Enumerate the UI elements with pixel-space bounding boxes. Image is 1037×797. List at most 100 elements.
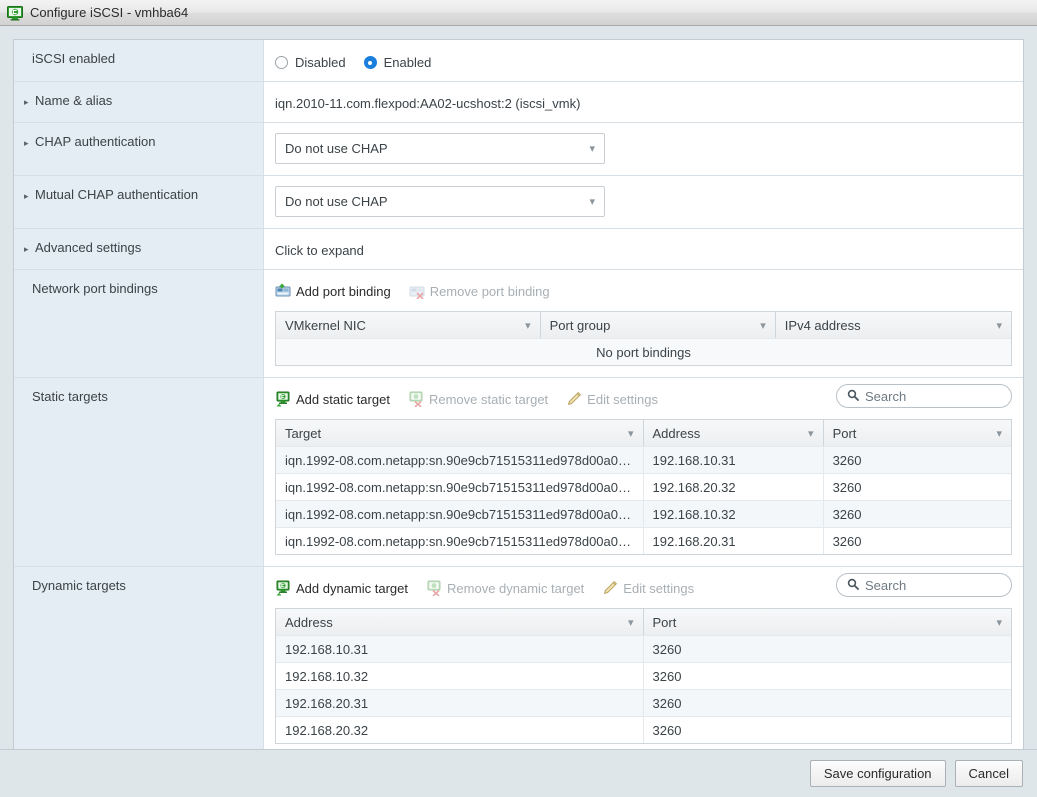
chevron-down-icon: ▾ [627,616,634,629]
column-ipv4-address-label: IPv4 address [784,317,861,333]
remove-static-target-icon [408,391,424,408]
remove-port-binding-button: Remove port binding [409,283,550,300]
label-static-targets: Static targets [14,378,264,566]
cell-port: 3260 [832,533,862,549]
row-mutual-chap-authentication: ▸ Mutual CHAP authentication Do not use C… [14,176,1023,229]
iscsi-enabled-radio-group: Disabled Enabled [275,50,1012,70]
row-advanced-settings: ▸ Advanced settings Click to expand [14,229,1023,270]
radio-enabled-label: Enabled [383,55,432,70]
label-dynamic-targets: Dynamic targets [14,567,264,749]
add-dynamic-target-label: Add dynamic target [296,580,409,596]
label-advanced-settings[interactable]: ▸ Advanced settings [14,229,264,269]
mutual-chap-authentication-select[interactable]: Do not use CHAP ▾ [275,186,605,217]
search-icon [847,389,859,404]
label-mutual-chap-text: Mutual CHAP authentication [35,187,199,202]
row-static-targets: Static targets Add static target Remove … [14,378,1023,567]
table-row[interactable]: 192.168.20.32 3260 [276,716,1011,743]
static-targets-grid-header: Target ▾ Address ▾ Port ▾ [276,420,1011,446]
settings-panel: iSCSI enabled Disabled Enabled ▸ Name & … [13,39,1024,749]
label-advanced-text: Advanced settings [35,240,142,255]
cell-port: 3260 [652,668,682,684]
search-icon [847,578,859,593]
dynamic-targets-grid-header: Address ▾ Port ▾ [276,609,1011,635]
pencil-icon [602,580,618,596]
static-targets-search-placeholder: Search [865,388,907,404]
column-target-label: Target [285,425,322,441]
cell-port: 3260 [652,722,682,738]
column-vmkernel-nic[interactable]: VMkernel NIC ▾ [276,312,541,338]
cell-target: iqn.1992-08.com.netapp:sn.90e9cb71515311… [276,447,644,473]
label-chap-authentication[interactable]: ▸ CHAP authentication [14,123,264,175]
column-address[interactable]: Address ▾ [276,609,644,635]
cancel-button[interactable]: Cancel [954,760,1023,787]
chap-authentication-select[interactable]: Do not use CHAP ▾ [275,133,605,164]
cell-port: 3260 [832,506,862,522]
label-name-alias[interactable]: ▸ Name & alias [14,82,264,122]
window-title: Configure iSCSI - vmhba64 [30,5,189,20]
dialog-body: iSCSI enabled Disabled Enabled ▸ Name & … [0,26,1037,749]
column-port[interactable]: Port ▾ [824,420,1011,446]
add-dynamic-target-button[interactable]: Add dynamic target [275,580,408,596]
dynamic-targets-search[interactable]: Search [836,573,1012,597]
port-bindings-grid-header: VMkernel NIC ▾ Port group ▾ IPv4 address… [276,312,1011,338]
row-dynamic-targets: Dynamic targets Add dynamic target Remov… [14,567,1023,749]
save-configuration-button[interactable]: Save configuration [809,760,946,787]
column-address[interactable]: Address ▾ [644,420,824,446]
add-static-target-icon [275,391,291,407]
column-port[interactable]: Port ▾ [644,609,1012,635]
column-port-group[interactable]: Port group ▾ [541,312,776,338]
cell-port: 3260 [832,452,862,468]
remove-dynamic-target-label: Remove dynamic target [447,580,585,596]
static-targets-search[interactable]: Search [836,384,1012,408]
edit-dynamic-target-settings-button: Edit settings [602,580,694,596]
cell-address: 192.168.10.31 [644,447,824,473]
content-iscsi-enabled: Disabled Enabled [264,40,1023,81]
table-row[interactable]: iqn.1992-08.com.netapp:sn.90e9cb71515311… [276,500,1011,527]
mutual-chap-authentication-value: Do not use CHAP [285,194,388,209]
table-row[interactable]: 192.168.10.32 3260 [276,662,1011,689]
column-vmkernel-nic-label: VMkernel NIC [285,317,366,333]
pencil-icon [566,391,582,407]
radio-enabled[interactable]: Enabled [363,55,432,70]
table-row[interactable]: 192.168.20.31 3260 [276,689,1011,716]
label-mutual-chap-authentication[interactable]: ▸ Mutual CHAP authentication [14,176,264,228]
radio-disabled-indicator[interactable] [275,56,288,69]
cell-target: iqn.1992-08.com.netapp:sn.90e9cb71515311… [276,528,644,554]
table-row[interactable]: iqn.1992-08.com.netapp:sn.90e9cb71515311… [276,446,1011,473]
dynamic-targets-grid: Address ▾ Port ▾ 192.168.10.31 3260 192.… [275,608,1012,744]
column-address-label: Address [285,614,333,630]
add-port-binding-icon [275,283,291,299]
advanced-settings-expand-link[interactable]: Click to expand [275,239,1012,258]
radio-enabled-indicator[interactable] [363,56,377,69]
chevron-down-icon: ▾ [525,319,531,332]
table-row[interactable]: 192.168.10.31 3260 [276,635,1011,662]
chevron-down-icon: ▾ [996,616,1002,629]
port-bindings-empty-message: No port bindings [276,338,1011,365]
remove-port-binding-label: Remove port binding [429,283,550,299]
radio-disabled[interactable]: Disabled [275,55,346,70]
content-mutual-chap-authentication: Do not use CHAP ▾ [264,176,1023,228]
content-advanced-settings: Click to expand [264,229,1023,269]
label-chap-text: CHAP authentication [35,134,156,149]
chevron-down-icon: ▾ [760,319,766,332]
add-port-binding-button[interactable]: Add port binding [275,283,391,299]
chevron-down-icon: ▾ [589,196,595,208]
static-targets-toolbar: Add static target Remove static target E… [275,384,1012,410]
table-row[interactable]: iqn.1992-08.com.netapp:sn.90e9cb71515311… [276,473,1011,500]
add-dynamic-target-icon [275,580,291,596]
edit-static-target-settings-label: Edit settings [587,391,658,407]
row-iscsi-enabled: iSCSI enabled Disabled Enabled [14,40,1023,82]
dynamic-targets-toolbar: Add dynamic target Remove dynamic target… [275,573,1012,599]
cell-port: 3260 [652,695,682,711]
cell-port: 3260 [832,479,862,495]
edit-dynamic-target-settings-label: Edit settings [623,580,695,596]
table-row[interactable]: iqn.1992-08.com.netapp:sn.90e9cb71515311… [276,527,1011,554]
content-static-targets: Add static target Remove static target E… [264,378,1023,566]
add-static-target-button[interactable]: Add static target [275,391,390,407]
column-ipv4-address[interactable]: IPv4 address ▾ [776,312,1011,338]
remove-static-target-label: Remove static target [428,391,549,407]
column-port-group-label: Port group [549,317,611,333]
cell-address: 192.168.20.31 [276,690,644,716]
column-target[interactable]: Target ▾ [276,420,644,446]
column-address-label: Address [652,425,701,441]
